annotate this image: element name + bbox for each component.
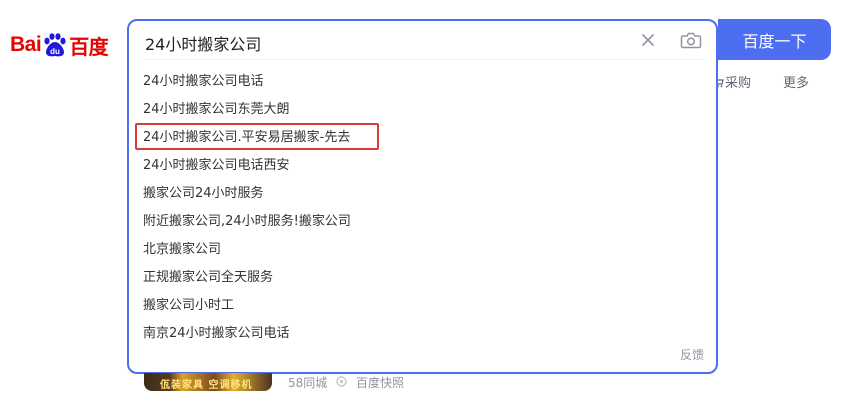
result-thumbnail[interactable]: 佤装家具 空调移机 (144, 373, 272, 391)
search-box: 24小时搬家公司电话 24小时搬家公司东莞大朗 24小时搬家公司.平安易居搬家-… (127, 19, 718, 374)
suggestion-item[interactable]: 24小时搬家公司.平安易居搬家-先去 (129, 124, 716, 152)
camera-icon[interactable] (680, 30, 702, 50)
caigou-icon (718, 76, 724, 88)
suggestion-item[interactable]: 南京24小时搬家公司电话 (129, 320, 716, 348)
suggestion-item[interactable]: 搬家公司24小时服务 (129, 180, 716, 208)
suggestion-item[interactable]: 正规搬家公司全天服务 (129, 264, 716, 292)
baidu-paw-icon: du (42, 32, 68, 58)
logo-text-bai: Bai (10, 33, 42, 56)
suggestion-item[interactable]: 搬家公司小时工 (129, 292, 716, 320)
snapshot-link[interactable]: 百度快照 (356, 374, 404, 391)
suggestion-item[interactable]: 24小时搬家公司电话西安 (129, 152, 716, 180)
suggestion-item[interactable]: 24小时搬家公司东莞大朗 (129, 96, 716, 124)
tab-caigou-label: 采购 (725, 76, 752, 91)
suggestion-item[interactable]: 24小时搬家公司电话 (129, 68, 716, 96)
result-source: 58同城 (288, 376, 328, 390)
baidu-search-page: Bai du 百度 24小时搬家公司电话 24小时搬家公司东 (0, 0, 856, 400)
search-input[interactable] (143, 31, 627, 59)
search-button[interactable]: 百度一下 (718, 19, 831, 60)
svg-text:du: du (50, 47, 60, 56)
snapshot-icon (336, 376, 347, 387)
close-icon[interactable] (638, 30, 658, 50)
suggestion-item[interactable]: 北京搬家公司 (129, 236, 716, 264)
input-divider (143, 59, 702, 60)
tab-caigou[interactable]: 采购 (718, 72, 751, 91)
baidu-logo[interactable]: Bai du 百度 (10, 27, 120, 63)
suggestion-list: 24小时搬家公司电话 24小时搬家公司东莞大朗 24小时搬家公司.平安易居搬家-… (129, 68, 716, 348)
logo-text-baidu: 百度 (69, 36, 109, 59)
tab-more[interactable]: 更多 (783, 72, 809, 91)
suggestion-item[interactable]: 附近搬家公司,24小时服务!搬家公司 (129, 208, 716, 236)
feedback-link[interactable]: 反馈 (680, 346, 704, 363)
result-thumbnail-text: 佤装家具 空调移机 (160, 380, 253, 391)
